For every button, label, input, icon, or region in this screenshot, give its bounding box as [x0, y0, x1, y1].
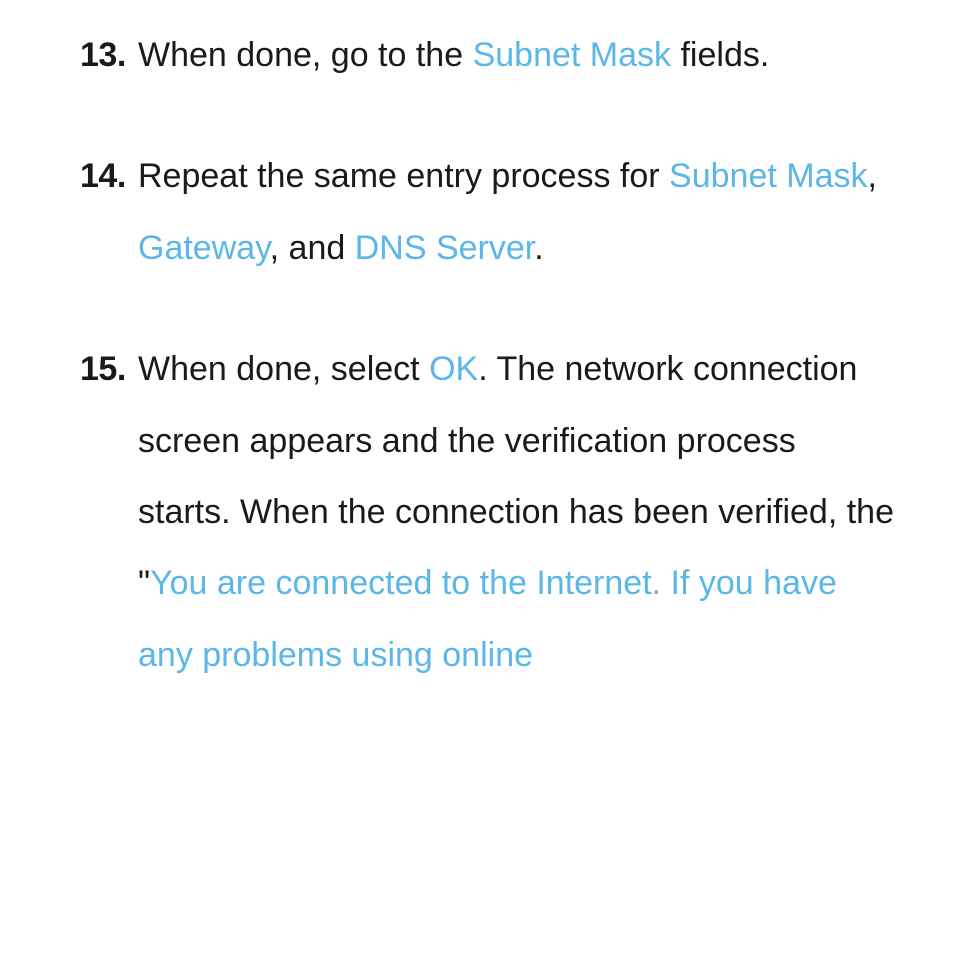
- list-number: 13.: [80, 20, 138, 91]
- text-segment: When done, go to the: [138, 36, 473, 74]
- text-segment: When done, select: [138, 350, 429, 388]
- highlight-ok: OK: [429, 350, 478, 388]
- list-number: 14.: [80, 141, 138, 284]
- highlight-connected-message: You are connected to the Internet. If yo…: [138, 564, 837, 673]
- list-item-15: 15. When done, select OK. The network co…: [80, 334, 894, 691]
- highlight-dns-server: DNS Server: [355, 229, 535, 267]
- text-segment: fields.: [671, 36, 769, 74]
- highlight-gateway: Gateway: [138, 229, 270, 267]
- list-content: When done, go to the Subnet Mask fields.: [138, 20, 894, 91]
- text-segment: Repeat the same entry process for: [138, 157, 669, 195]
- text-segment: , and: [270, 229, 355, 267]
- list-number: 15.: [80, 334, 138, 691]
- list-content: Repeat the same entry process for Subnet…: [138, 141, 894, 284]
- list-content: When done, select OK. The network connec…: [138, 334, 894, 691]
- text-segment: .: [534, 229, 543, 267]
- highlight-subnet-mask: Subnet Mask: [669, 157, 867, 195]
- list-item-13: 13. When done, go to the Subnet Mask fie…: [80, 20, 894, 91]
- text-segment: ,: [868, 157, 877, 195]
- highlight-subnet-mask: Subnet Mask: [473, 36, 671, 74]
- list-item-14: 14. Repeat the same entry process for Su…: [80, 141, 894, 284]
